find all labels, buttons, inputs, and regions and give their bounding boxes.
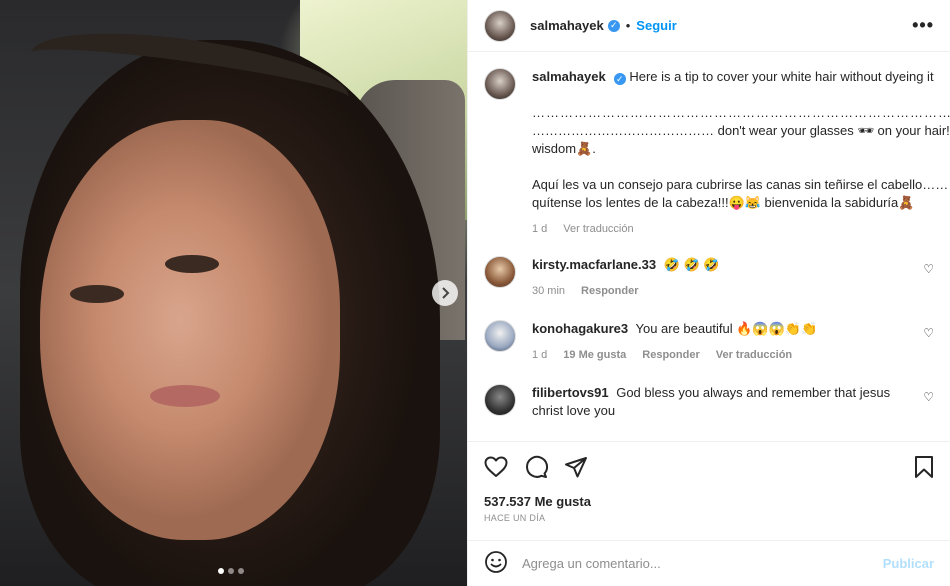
caption-line-3: Aquí les va un consejo para cubrirse las… bbox=[532, 177, 950, 210]
post-modal: salmahayek ✓ • Seguir ••• salmahayek ✓ He… bbox=[0, 0, 950, 586]
verified-badge-icon: ✓ bbox=[607, 19, 620, 32]
separator-dot: • bbox=[625, 18, 631, 33]
translate-link[interactable]: Ver traducción bbox=[563, 220, 633, 238]
caption-avatar[interactable] bbox=[484, 68, 516, 100]
post-side-panel: salmahayek ✓ • Seguir ••• salmahayek ✓ He… bbox=[467, 0, 950, 586]
like-heart-icon[interactable] bbox=[484, 456, 508, 478]
carousel-dots bbox=[218, 568, 244, 574]
comment-time: 1 d bbox=[532, 349, 548, 361]
comment-username[interactable]: filibertovs91 bbox=[532, 385, 609, 400]
verified-badge-icon: ✓ bbox=[613, 73, 626, 85]
comment-time: 30 min bbox=[532, 285, 566, 297]
post-time: HACE UN DÍA bbox=[484, 513, 546, 523]
likes-count[interactable]: 537.537 Me gusta bbox=[484, 494, 934, 509]
post-actions: 537.537 Me gusta HACE UN DÍA bbox=[468, 441, 950, 523]
lips bbox=[150, 385, 220, 407]
caption-meta: 1 d Ver traducción bbox=[532, 220, 950, 238]
comment-item: konohagakure3 You are beautiful 🔥😱😱👏👏 1 … bbox=[484, 320, 934, 364]
translate-link[interactable]: Ver traducción bbox=[716, 346, 792, 364]
caption-line-2: …………………………………… don't wear your glasses 🕶… bbox=[532, 123, 950, 156]
left-eye bbox=[70, 285, 124, 303]
caption-line-1: Here is a tip to cover your white hair w… bbox=[629, 69, 934, 84]
comment-icon[interactable] bbox=[524, 455, 548, 479]
caption-time: 1 d bbox=[532, 223, 548, 235]
comment-likes[interactable]: 19 Me gusta bbox=[563, 346, 626, 364]
add-comment-bar: Publicar bbox=[468, 540, 950, 586]
carousel-dot bbox=[228, 568, 234, 574]
face bbox=[40, 120, 340, 540]
follow-button[interactable]: Seguir bbox=[636, 18, 676, 33]
bookmark-icon[interactable] bbox=[914, 455, 934, 479]
caption: salmahayek ✓ Here is a tip to cover your … bbox=[484, 68, 950, 238]
chevron-right-icon bbox=[442, 287, 450, 299]
avatar[interactable] bbox=[484, 320, 516, 352]
comments-list[interactable]: salmahayek ✓ Here is a tip to cover your … bbox=[468, 52, 950, 440]
avatar[interactable] bbox=[484, 9, 516, 42]
like-comment-heart-icon[interactable]: ♡ bbox=[923, 326, 934, 340]
comment-item: kirsty.macfarlane.33 🤣 🤣 🤣 30 min Respon… bbox=[484, 256, 934, 300]
next-photo-button[interactable] bbox=[432, 280, 458, 306]
like-comment-heart-icon[interactable]: ♡ bbox=[923, 390, 934, 404]
comment-text: 🤣 🤣 🤣 bbox=[663, 257, 720, 272]
action-icons bbox=[484, 454, 934, 480]
post-photo[interactable] bbox=[0, 0, 467, 586]
comment-username[interactable]: kirsty.macfarlane.33 bbox=[532, 257, 656, 272]
share-icon[interactable] bbox=[564, 455, 588, 479]
avatar[interactable] bbox=[484, 384, 516, 416]
post-header: salmahayek ✓ • Seguir ••• bbox=[468, 0, 950, 52]
comment-input[interactable] bbox=[522, 556, 883, 571]
comment-meta: 30 min Responder bbox=[532, 282, 913, 300]
reply-button[interactable]: Responder bbox=[642, 346, 699, 364]
comment-item: filibertovs91 God bless you always and r… bbox=[484, 384, 934, 420]
comment-meta: 1 d 19 Me gusta Responder Ver traducción bbox=[532, 346, 913, 364]
caption-dots: …………………………………………………………………………………………………………… bbox=[532, 105, 950, 120]
emoji-icon[interactable] bbox=[484, 550, 508, 577]
caption-username[interactable]: salmahayek bbox=[532, 69, 606, 84]
like-comment-heart-icon[interactable]: ♡ bbox=[923, 262, 934, 276]
publish-button[interactable]: Publicar bbox=[883, 556, 934, 571]
more-options-icon[interactable]: ••• bbox=[912, 15, 934, 36]
reply-button[interactable]: Responder bbox=[581, 282, 638, 300]
comment-username[interactable]: konohagakure3 bbox=[532, 321, 628, 336]
carousel-dot bbox=[238, 568, 244, 574]
header-username[interactable]: salmahayek bbox=[530, 18, 604, 33]
right-eye bbox=[165, 255, 219, 273]
carousel-dot bbox=[218, 568, 224, 574]
avatar[interactable] bbox=[484, 256, 516, 288]
comment-text: You are beautiful 🔥😱😱👏👏 bbox=[635, 321, 818, 336]
